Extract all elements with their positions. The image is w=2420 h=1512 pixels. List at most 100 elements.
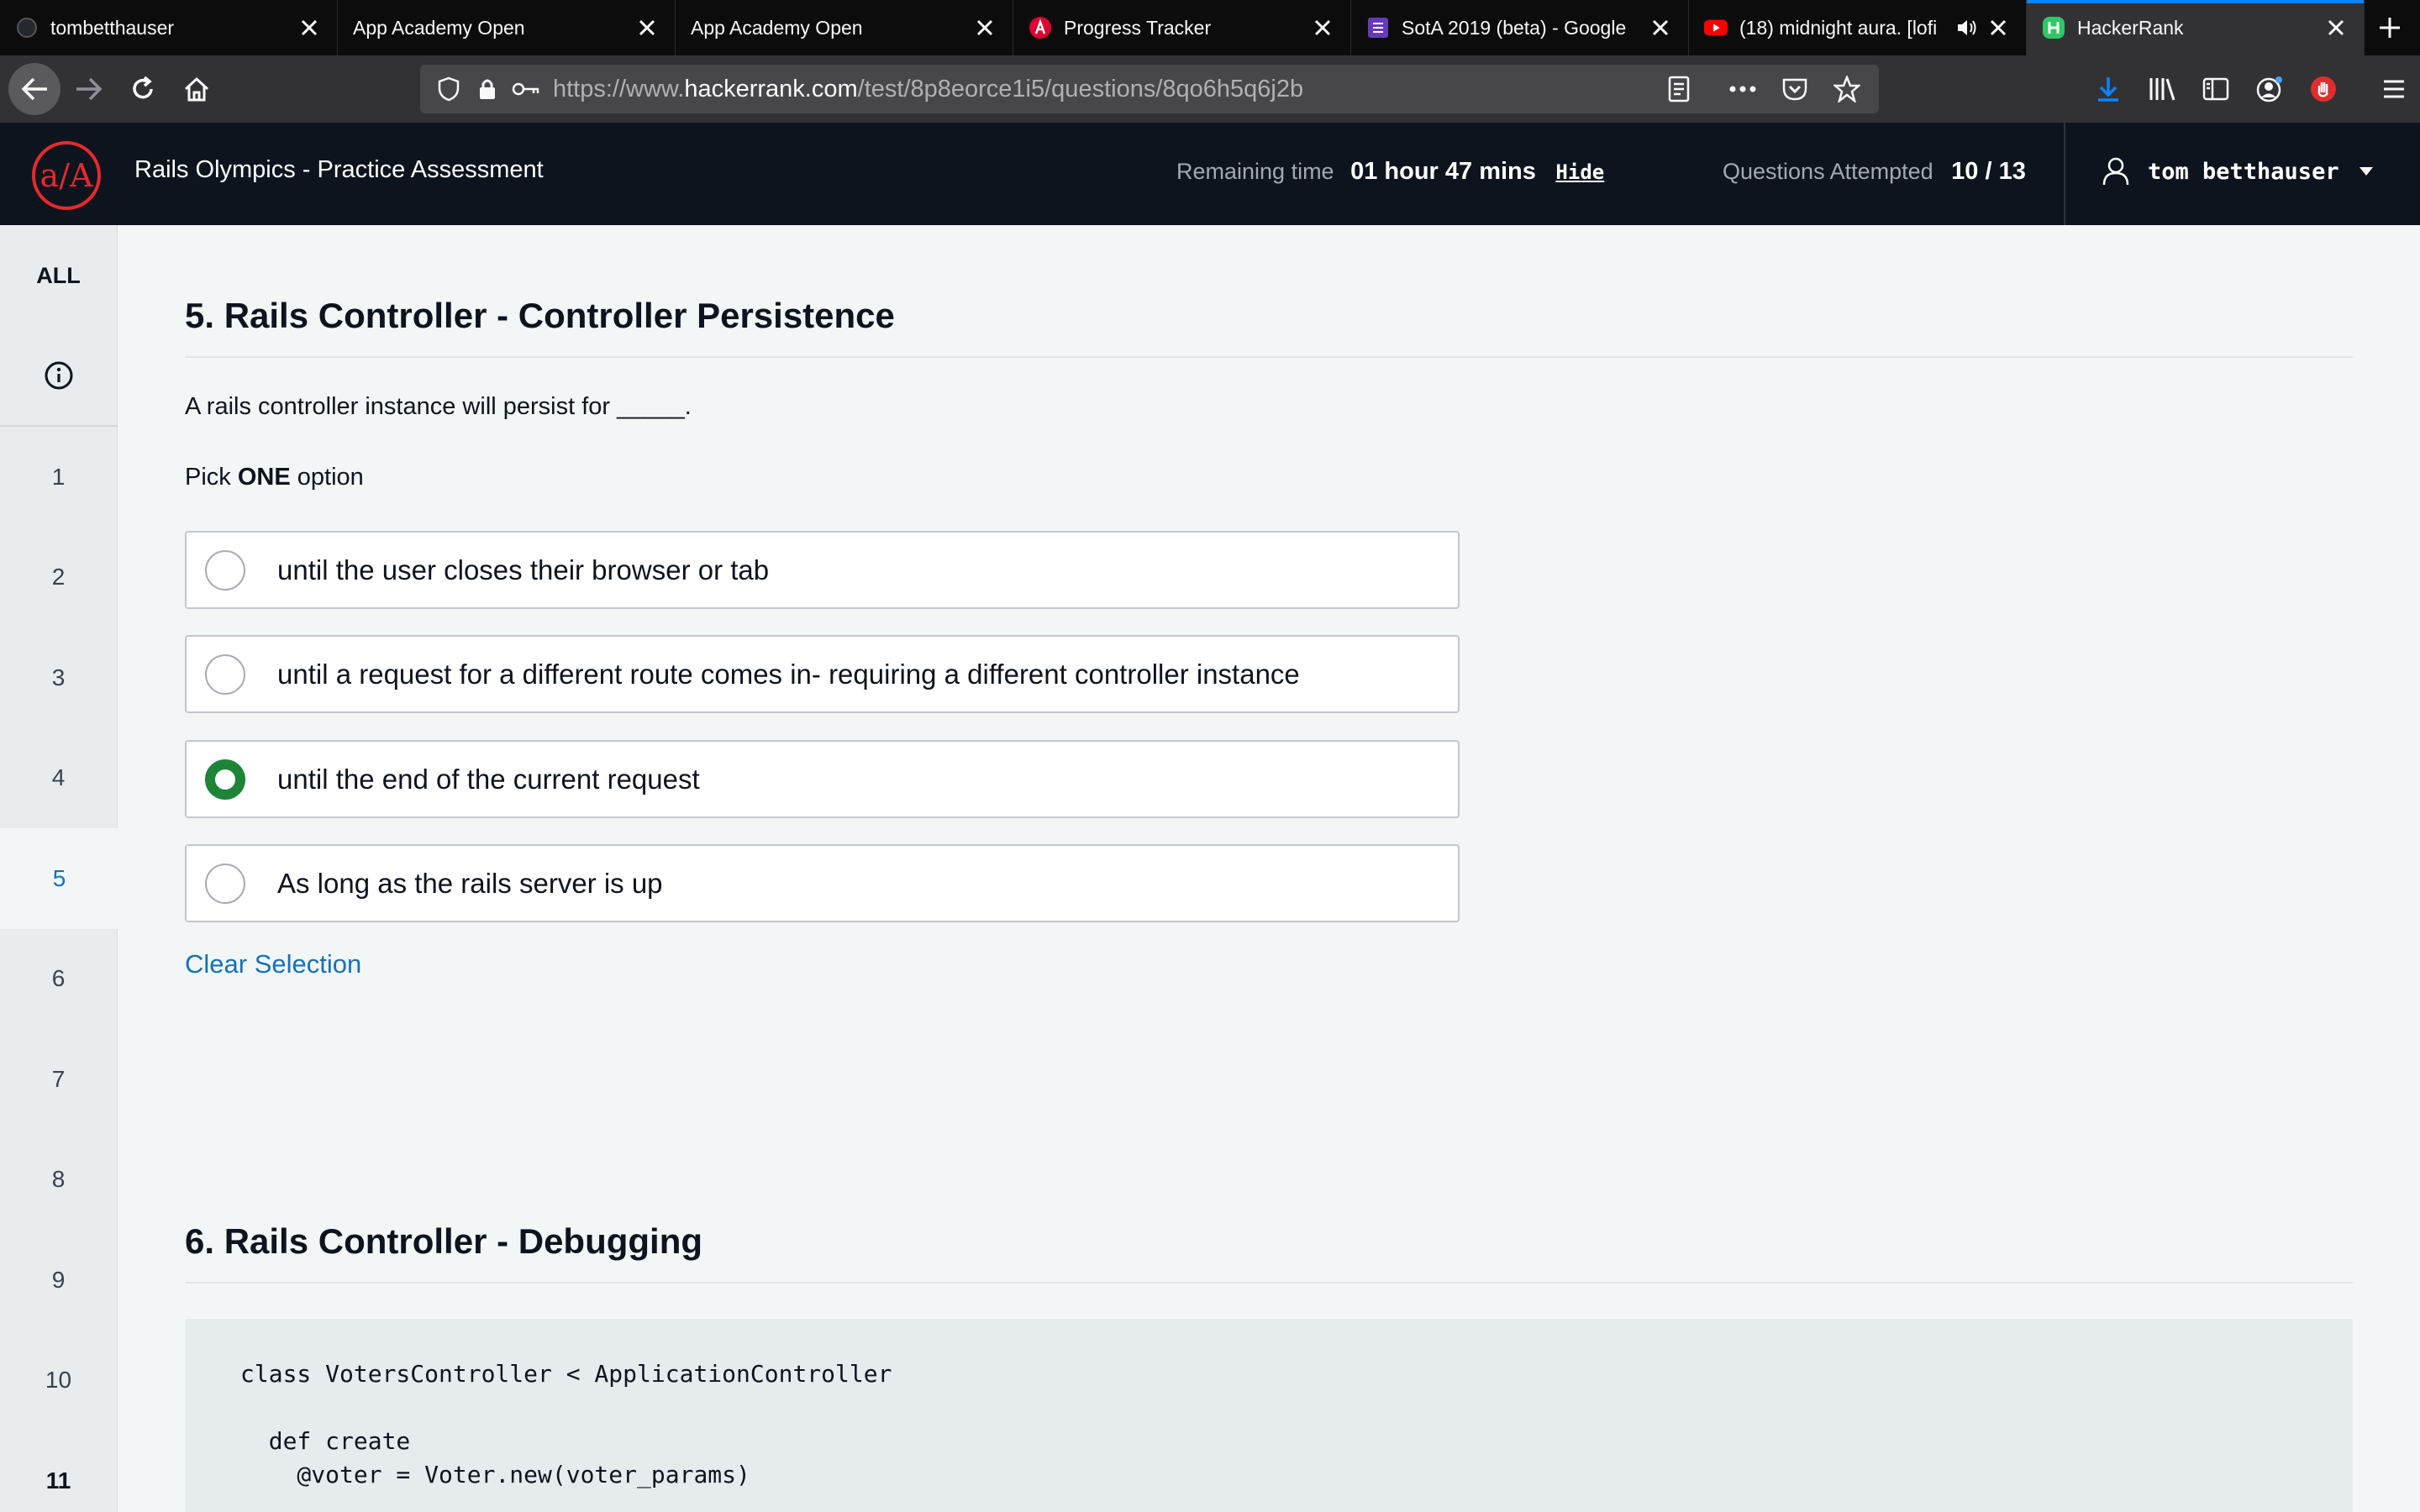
remaining-time: Remaining time 01 hour 47 mins Hide — [1176, 158, 1604, 186]
info-icon — [45, 361, 72, 390]
close-icon[interactable] — [634, 15, 660, 40]
pick-count: ONE — [237, 464, 291, 491]
angular-icon — [1028, 16, 1052, 39]
browser-tab[interactable]: Progress Tracker — [1013, 0, 1351, 55]
close-icon[interactable] — [297, 15, 322, 40]
close-icon[interactable] — [1648, 15, 1673, 40]
tab-title: SotA 2019 (beta) - Google — [1402, 16, 1627, 39]
chevron-down-icon — [2358, 163, 2375, 180]
extension-hand-icon[interactable] — [2302, 64, 2344, 114]
browser-tab[interactable]: (18) midnight aura. [lofi — [1689, 0, 2027, 55]
remaining-time-label: Remaining time — [1176, 159, 1334, 184]
browser-tab[interactable]: App Academy Open — [676, 0, 1013, 55]
home-button[interactable] — [171, 64, 222, 114]
answer-option-selected[interactable]: until the end of the current request — [185, 740, 1460, 818]
bookmark-star-icon[interactable] — [1830, 72, 1864, 106]
forward-button[interactable] — [64, 64, 114, 114]
new-tab-button[interactable] — [2365, 0, 2415, 55]
tab-title: App Academy Open — [353, 16, 525, 39]
youtube-icon — [1704, 16, 1728, 39]
answer-option-label: until the user closes their browser or t… — [277, 554, 770, 585]
google-forms-icon — [1366, 16, 1390, 39]
url-path: /test/8p8eorce1i5/questions/8qo6h5q6j2b — [857, 75, 1304, 102]
browser-tab-active[interactable]: HackerRank — [2027, 0, 2365, 55]
sidebar-item-info[interactable] — [0, 326, 117, 427]
hide-timer-link[interactable]: Hide — [1555, 160, 1604, 184]
sidebar-item-question[interactable]: 4 — [0, 728, 117, 829]
close-icon[interactable] — [972, 15, 997, 40]
close-icon[interactable] — [2323, 15, 2349, 40]
reload-icon — [133, 76, 153, 99]
speaker-icon[interactable] — [1955, 15, 1981, 40]
lock-icon[interactable] — [471, 72, 504, 106]
home-icon — [184, 76, 209, 102]
download-icon[interactable] — [2087, 64, 2129, 114]
sidebar-item-question[interactable]: 8 — [0, 1130, 117, 1231]
code-block: class VotersController < ApplicationCont… — [185, 1319, 2353, 1512]
sidebar-toggle-icon[interactable] — [2195, 64, 2237, 114]
user-menu[interactable]: tom betthauser — [2101, 156, 2375, 186]
radio-button[interactable] — [205, 654, 245, 695]
question-5-text: A rails controller instance will persist… — [185, 393, 692, 420]
sidebar-item-question-current[interactable]: 5 — [0, 828, 118, 929]
browser-tab[interactable]: SotA 2019 (beta) - Google — [1351, 0, 1689, 55]
key-icon[interactable] — [509, 72, 543, 106]
account-icon[interactable] — [2249, 64, 2291, 114]
sidebar-item-question[interactable]: 11 — [0, 1431, 117, 1512]
tab-title: (18) midnight aura. [lofi — [1739, 16, 1938, 39]
sidebar-item-question[interactable]: 6 — [0, 929, 117, 1030]
test-name: Rails Olympics - Practice Assessment — [134, 156, 544, 183]
url-bar[interactable]: https://www.hackerrank.com/test/8p8eorce… — [420, 65, 1879, 113]
divider — [185, 356, 2353, 358]
arrow-right-icon — [76, 77, 103, 101]
radio-button[interactable] — [205, 863, 245, 904]
answer-option[interactable]: until a request for a different route co… — [185, 635, 1460, 713]
radio-button[interactable] — [205, 549, 245, 591]
close-icon[interactable] — [1310, 15, 1335, 40]
questions-attempted: Questions Attempted 10 / 13 — [1723, 158, 2026, 186]
divider — [185, 1282, 2353, 1284]
assessment-header: a/A Rails Olympics - Practice Assessment… — [0, 123, 2420, 225]
close-icon[interactable] — [1986, 15, 2011, 40]
back-button[interactable] — [8, 63, 60, 115]
reload-button[interactable] — [118, 64, 168, 114]
reader-view-icon[interactable] — [1662, 72, 1696, 106]
sidebar-item-question[interactable]: 1 — [0, 427, 117, 528]
answer-option-label: until a request for a different route co… — [277, 658, 1300, 690]
pocket-icon[interactable] — [1778, 72, 1812, 106]
radio-button-selected[interactable] — [205, 759, 245, 800]
question-sidebar: ALL 1 2 3 4 5 6 7 8 9 10 11 — [0, 225, 118, 1512]
user-icon — [2101, 156, 2131, 186]
attempted-label: Questions Attempted — [1723, 159, 1933, 184]
tab-title: HackerRank — [2077, 16, 2184, 39]
answer-option[interactable]: until the user closes their browser or t… — [185, 531, 1460, 609]
sidebar-item-question[interactable]: 7 — [0, 1029, 117, 1130]
browser-tab[interactable]: tombetthauser — [0, 0, 338, 55]
arrow-left-icon — [21, 77, 47, 101]
sidebar-item-all[interactable]: ALL — [0, 225, 117, 326]
url-host: hackerrank.com — [684, 75, 858, 102]
browser-tab[interactable]: App Academy Open — [338, 0, 676, 55]
question-5-title: 5. Rails Controller - Controller Persist… — [185, 296, 895, 335]
header-divider — [2064, 123, 2065, 225]
sidebar-item-question[interactable]: 3 — [0, 627, 117, 728]
remaining-time-value: 01 hour 47 mins — [1350, 158, 1536, 185]
url-text[interactable]: https://www.hackerrank.com/test/8p8eorce… — [553, 76, 1303, 103]
sidebar-item-question[interactable]: 2 — [0, 528, 117, 628]
app-academy-logo: a/A — [32, 141, 101, 210]
pick-instruction: Pick ONE option — [185, 464, 364, 491]
answer-option-label: until the end of the current request — [277, 763, 700, 795]
clear-selection-link[interactable]: Clear Selection — [185, 949, 361, 979]
shield-icon[interactable] — [432, 72, 466, 106]
sidebar-item-question[interactable]: 9 — [0, 1230, 117, 1331]
user-name: tom betthauser — [2148, 158, 2339, 185]
pick-prefix: Pick — [185, 464, 231, 491]
question-6-title: 6. Rails Controller - Debugging — [185, 1221, 703, 1261]
attempted-value: 10 / 13 — [1951, 158, 2026, 185]
answer-option[interactable]: As long as the rails server is up — [185, 844, 1460, 922]
hamburger-menu-icon[interactable] — [2373, 64, 2415, 114]
library-icon[interactable] — [2141, 64, 2183, 114]
url-prefix: https://www. — [553, 75, 685, 102]
sidebar-item-question[interactable]: 10 — [0, 1331, 117, 1431]
more-actions-icon[interactable] — [1726, 72, 1760, 106]
